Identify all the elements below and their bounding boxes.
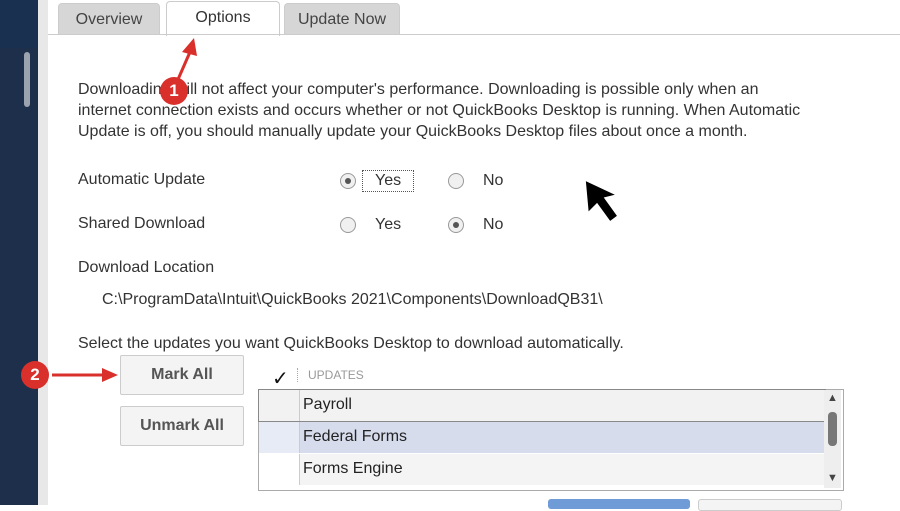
arrowhead-2-icon <box>102 368 118 382</box>
mouse-cursor-icon <box>584 178 620 224</box>
annotation-badge-2: 2 <box>21 361 49 389</box>
annotation-overlay <box>52 38 620 382</box>
arrowhead-1-icon <box>182 38 197 56</box>
annotation-badge-1: 1 <box>160 77 188 105</box>
